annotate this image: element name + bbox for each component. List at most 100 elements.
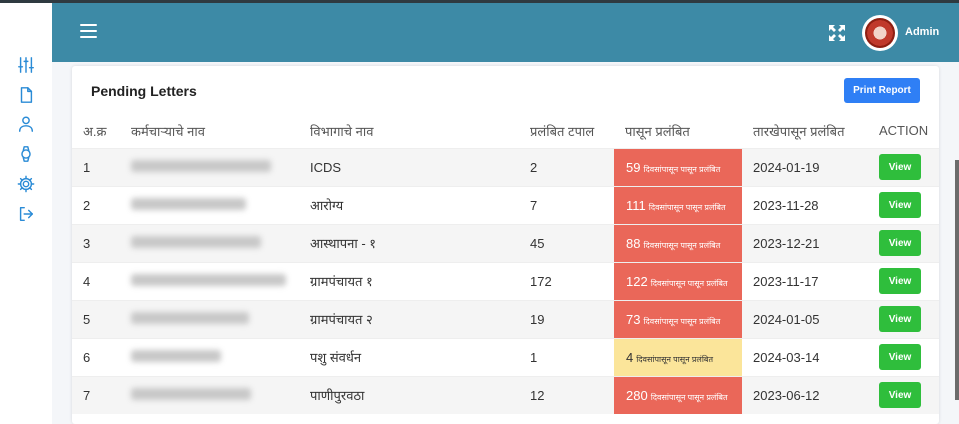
view-button[interactable]: View [879,192,921,218]
days-value: 88 [626,235,641,251]
watch-icon[interactable] [16,144,36,164]
column-header: प्रलंबित टपाल [530,123,595,139]
pending-since-date: 2023-12-21 [742,223,868,262]
pending-count: 12 [519,375,614,414]
department-name: ग्रामपंचायत १ [299,261,519,300]
pending-days: 280 दिवसांपासून पासून प्रलंबित [614,375,742,414]
serial-number: 6 [72,337,120,376]
pending-since-date: 2024-01-05 [742,299,868,338]
scrollbar[interactable] [955,160,959,400]
days-value: 122 [626,273,648,289]
menu-toggle-icon[interactable] [80,24,97,38]
serial-number: 7 [72,375,120,414]
fullscreen-icon[interactable] [827,23,847,43]
department-name: आरोग्य [299,185,519,224]
serial-number: 3 [72,223,120,262]
department-name: आस्थापना - १ [299,223,519,262]
view-button[interactable]: View [879,154,921,180]
pending-letters-card: Pending Letters Print Report अ.क्र कर्मच… [72,66,939,424]
department-name: पशु संवर्धन [299,337,519,376]
redacted-name [131,387,251,400]
days-value: 4 [626,349,634,365]
days-suffix: दिवसांपासून पासून प्रलंबित [643,240,721,250]
pending-days: 4 दिवसांपासून पासून प्रलंबित [614,337,742,376]
sidebar [0,3,52,424]
days-suffix: दिवसांपासून पासून प्रलंबित [648,202,726,212]
serial-number: 5 [72,299,120,338]
pending-since-date: 2024-01-19 [742,147,868,186]
top-header: Admin [52,3,959,62]
column-header: ACTION [879,123,929,139]
pending-days: 111 दिवसांपासून पासून प्रलंबित [614,185,742,224]
employee-name [120,375,299,414]
serial-number: 1 [72,147,120,186]
user-icon[interactable] [16,114,36,134]
days-value: 73 [626,311,641,327]
days-suffix: दिवसांपासून पासून प्रलंबित [650,392,728,402]
column-header: तारखेपासून प्रलंबित [753,123,845,139]
logout-icon[interactable] [16,204,36,224]
view-button[interactable]: View [879,382,921,409]
employee-name [120,147,299,186]
view-button[interactable]: View [879,306,921,332]
redacted-name [131,235,261,248]
pending-letters-table: अ.क्र कर्मचाऱ्याचे नाव विभागाचे नाव प्रल… [72,114,939,414]
table-row: 5 ग्रामपंचायत २ 19 73 दिवसांपासून पासून प्रल… [72,299,939,338]
days-suffix: दिवसांपासून पासून प्रलंबित [643,316,721,326]
card-title: Pending Letters [91,83,197,99]
department-name: ICDS [299,147,519,186]
pending-count: 2 [519,147,614,186]
employee-name [120,299,299,338]
days-suffix: दिवसांपासून पासून प्रलंबित [643,164,721,174]
action-cell: View [868,337,939,376]
redacted-name [131,159,271,172]
pending-count: 7 [519,185,614,224]
pending-count: 172 [519,261,614,300]
action-cell: View [868,147,939,186]
employee-name [120,261,299,300]
user-name[interactable]: Admin [905,26,939,38]
days-suffix: दिवसांपासून पासून प्रलंबित [636,354,714,364]
department-name: पाणीपुरवठा [299,375,519,414]
action-cell: View [868,261,939,300]
file-icon[interactable] [16,85,36,105]
redacted-name [131,197,246,210]
print-report-button[interactable]: Print Report [844,78,920,103]
days-value: 111 [626,197,646,213]
pending-count: 1 [519,337,614,376]
action-cell: View [868,299,939,338]
view-button[interactable]: View [879,344,921,370]
gear-icon[interactable] [16,174,36,194]
employee-name [120,223,299,262]
serial-number: 4 [72,261,120,300]
table-row: 6 पशु संवर्धन 1 4 दिवसांपासून पासून प्रलंबित… [72,337,939,376]
days-value: 280 [626,387,648,403]
pending-days: 59 दिवसांपासून पासून प्रलंबित [614,147,742,186]
days-value: 59 [626,159,641,175]
pending-since-date: 2023-11-28 [742,185,868,224]
table-row: 2 आरोग्य 7 111 दिवसांपासून पासून प्रलंबित 202… [72,185,939,224]
pending-since-date: 2023-06-12 [742,375,868,414]
view-button[interactable]: View [879,230,921,256]
employee-name [120,337,299,376]
pending-days: 122 दिवसांपासून पासून प्रलंबित [614,261,742,300]
column-header: अ.क्र [83,123,107,139]
pending-days: 73 दिवसांपासून पासून प्रलंबित [614,299,742,338]
column-header: विभागाचे नाव [310,123,374,139]
avatar[interactable] [862,15,898,51]
column-header: पासून प्रलंबित [625,123,690,139]
emblem-icon [865,18,895,48]
pending-count: 45 [519,223,614,262]
serial-number: 2 [72,185,120,224]
pending-count: 19 [519,299,614,338]
table-row: 1 ICDS 2 59 दिवसांपासून पासून प्रलंबित 2024-0… [72,147,939,186]
view-button[interactable]: View [879,268,921,294]
redacted-name [131,273,286,286]
column-header: कर्मचाऱ्याचे नाव [131,123,205,139]
pending-since-date: 2023-11-17 [742,261,868,300]
action-cell: View [868,375,939,414]
table-row: 4 ग्रामपंचायत १ 172 122 दिवसांपासून पासून प्… [72,261,939,300]
sliders-icon[interactable] [16,55,36,75]
days-suffix: दिवसांपासून पासून प्रलंबित [650,278,728,288]
table-row: 3 आस्थापना - १ 45 88 दिवसांपासून पासून प्रलं… [72,223,939,262]
